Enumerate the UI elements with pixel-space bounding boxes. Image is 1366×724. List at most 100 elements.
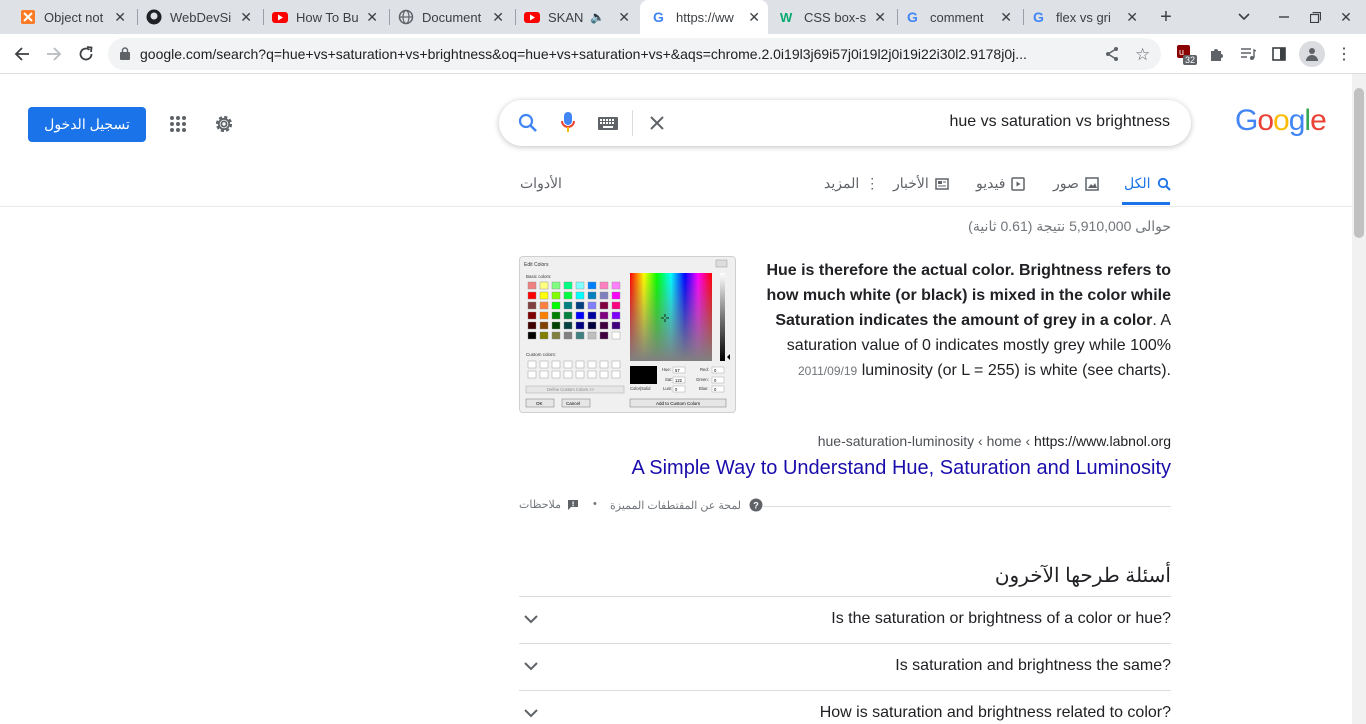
search-icon[interactable] bbox=[517, 112, 539, 134]
color-swatch bbox=[587, 331, 597, 340]
color-swatch bbox=[587, 311, 597, 320]
scrollbar-thumb[interactable] bbox=[1354, 88, 1364, 238]
feedback-flag-icon bbox=[568, 499, 578, 510]
help-icon: ? bbox=[749, 498, 763, 512]
browser-tab[interactable]: Object not ✕ bbox=[8, 0, 134, 34]
color-swatch bbox=[587, 281, 597, 290]
close-tab-icon[interactable]: ✕ bbox=[492, 9, 504, 26]
close-tab-icon[interactable]: ✕ bbox=[114, 9, 126, 26]
logo-letter: e bbox=[1310, 104, 1327, 137]
svg-text:Color|Solid: Color|Solid bbox=[630, 386, 651, 391]
side-panel-icon[interactable] bbox=[1268, 43, 1290, 65]
close-tab-icon[interactable]: ✕ bbox=[240, 9, 252, 26]
feedback-link[interactable]: ملاحظات bbox=[519, 498, 579, 511]
svg-text:Custom colors:: Custom colors: bbox=[526, 352, 556, 357]
tab-more-label: المزيد bbox=[824, 175, 860, 191]
close-window-icon[interactable]: ✕ bbox=[1336, 7, 1356, 27]
close-tab-icon[interactable]: ✕ bbox=[1126, 9, 1138, 26]
tab-tools[interactable]: الأدوات bbox=[520, 175, 562, 192]
search-box[interactable]: hue vs saturation vs brightness bbox=[499, 100, 1191, 146]
color-swatch bbox=[563, 321, 573, 330]
tab-more[interactable]: المزيد ⋮ bbox=[824, 175, 879, 192]
speaker-icon[interactable]: 🔈 bbox=[590, 10, 605, 24]
page-scrollbar[interactable] bbox=[1352, 74, 1366, 724]
clear-search-icon[interactable] bbox=[646, 112, 668, 134]
restore-icon[interactable] bbox=[1305, 7, 1325, 27]
svg-text:Add to Custom Colors: Add to Custom Colors bbox=[656, 401, 701, 406]
browser-tab[interactable]: G flex vs gri ✕ bbox=[1020, 0, 1146, 34]
tab-all[interactable]: الكل bbox=[1124, 175, 1171, 192]
custom-color-swatch bbox=[599, 360, 609, 369]
tab-title: comment bbox=[930, 9, 984, 25]
menu-kebab-icon[interactable]: ⋮ bbox=[1336, 43, 1352, 65]
paa-question-text: Is the saturation or brightness of a col… bbox=[831, 610, 1171, 627]
voice-search-icon[interactable] bbox=[557, 112, 579, 134]
keyboard-icon[interactable] bbox=[597, 113, 619, 133]
share-icon[interactable] bbox=[1104, 46, 1120, 62]
back-icon[interactable] bbox=[10, 42, 34, 66]
color-swatch bbox=[539, 321, 549, 330]
featured-snippet-image[interactable]: Edit Colors Basic colors: Custom colors:… bbox=[519, 256, 736, 413]
tab-title: CSS box-s bbox=[804, 9, 867, 25]
close-tab-icon[interactable]: ✕ bbox=[1000, 9, 1012, 26]
w3schools-icon: W bbox=[780, 9, 796, 25]
custom-color-swatch bbox=[587, 360, 597, 369]
browser-tab[interactable]: G comment ✕ bbox=[894, 0, 1020, 34]
result-cite[interactable]: hue-saturation-luminosity ‹ home ‹ https… bbox=[818, 433, 1171, 449]
close-tab-icon[interactable]: ✕ bbox=[748, 9, 760, 26]
google-logo[interactable]: Google bbox=[1235, 104, 1327, 138]
browser-tab[interactable]: Document ✕ bbox=[386, 0, 512, 34]
color-swatch bbox=[611, 321, 621, 330]
tab-search-icon[interactable] bbox=[1234, 7, 1254, 27]
search-query-text[interactable]: hue vs saturation vs brightness bbox=[949, 113, 1170, 131]
custom-color-swatch bbox=[599, 370, 609, 379]
close-tab-icon[interactable]: ✕ bbox=[618, 9, 630, 26]
puzzle-icon[interactable] bbox=[1206, 43, 1228, 65]
new-tab-icon[interactable]: + bbox=[1154, 6, 1178, 28]
color-swatch bbox=[575, 311, 585, 320]
tab-title: Object not bbox=[44, 9, 104, 25]
apps-grid-icon[interactable] bbox=[166, 112, 190, 136]
profile-avatar-icon[interactable] bbox=[1299, 41, 1325, 67]
close-tab-icon[interactable]: ✕ bbox=[874, 9, 886, 26]
tab-news[interactable]: الأخبار bbox=[893, 175, 949, 192]
color-swatch bbox=[611, 311, 621, 320]
tab-videos[interactable]: فيديو bbox=[976, 175, 1026, 192]
paa-question-text: Is saturation and brightness the same? bbox=[895, 657, 1171, 674]
settings-gear-icon[interactable] bbox=[212, 112, 236, 136]
paa-question[interactable]: How is saturation and brightness related… bbox=[519, 690, 1171, 724]
lock-icon[interactable] bbox=[120, 47, 130, 60]
chevron-down-icon[interactable] bbox=[523, 611, 539, 629]
video-icon bbox=[1011, 176, 1026, 191]
color-swatch bbox=[527, 301, 537, 310]
extension-icon[interactable]: u 32 bbox=[1175, 43, 1198, 65]
paa-question[interactable]: Is saturation and brightness the same? bbox=[519, 643, 1171, 690]
chevron-down-icon[interactable] bbox=[523, 658, 539, 676]
paa-question[interactable]: Is the saturation or brightness of a col… bbox=[519, 596, 1171, 643]
svg-text:G: G bbox=[653, 9, 664, 25]
result-title-link[interactable]: A Simple Way to Understand Hue, Saturati… bbox=[631, 457, 1171, 480]
custom-color-swatch bbox=[563, 370, 573, 379]
reload-icon[interactable] bbox=[74, 42, 98, 66]
forward-icon[interactable] bbox=[42, 42, 66, 66]
browser-tab[interactable]: How To Bu ✕ bbox=[260, 0, 386, 34]
browser-tab[interactable]: SKAN 🔈 ✕ bbox=[512, 0, 638, 34]
feedback-label: ملاحظات bbox=[519, 499, 561, 511]
color-swatch bbox=[599, 331, 609, 340]
bookmark-star-icon[interactable]: ☆ bbox=[1135, 45, 1150, 65]
browser-tab[interactable]: W CSS box-s ✕ bbox=[768, 0, 894, 34]
minimize-icon[interactable] bbox=[1274, 7, 1294, 27]
media-control-icon[interactable] bbox=[1237, 43, 1259, 65]
chevron-down-icon[interactable] bbox=[523, 705, 539, 723]
signin-button[interactable]: تسجيل الدخول bbox=[28, 107, 146, 142]
svg-text:Cancel: Cancel bbox=[566, 401, 580, 406]
svg-text:W: W bbox=[780, 10, 793, 25]
google-results-page: تسجيل الدخول hue vs saturation vs bright… bbox=[0, 74, 1352, 724]
browser-tab-active[interactable]: G https://ww ✕ bbox=[640, 0, 768, 34]
close-tab-icon[interactable]: ✕ bbox=[366, 9, 378, 26]
address-bar[interactable]: google.com/search?q=hue+vs+saturation+vs… bbox=[108, 38, 1161, 70]
about-featured-snippets[interactable]: لمحة عن المقتطفات المميزة ? bbox=[610, 498, 763, 512]
browser-tab[interactable]: WebDevSi ✕ bbox=[134, 0, 260, 34]
tab-images[interactable]: صور bbox=[1053, 175, 1099, 192]
google-icon: G bbox=[1032, 9, 1048, 25]
